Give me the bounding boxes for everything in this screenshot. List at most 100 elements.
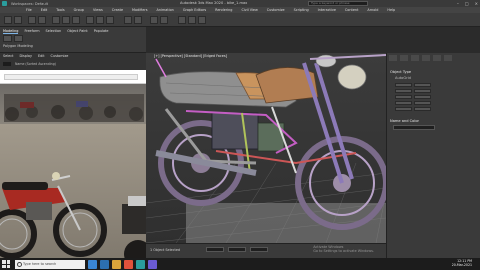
ribbon-tab-populate[interactable]: Populate: [94, 29, 109, 34]
move-icon[interactable]: [86, 16, 94, 24]
task-view-icon[interactable]: [88, 259, 97, 269]
filter-icon[interactable]: [3, 62, 11, 66]
menu-item[interactable]: Help: [387, 8, 395, 12]
menu-item[interactable]: Arnold: [367, 8, 378, 12]
ribbon-tab-selection[interactable]: Selection: [46, 29, 62, 34]
render-icon[interactable]: [198, 16, 206, 24]
browser-address-bar: [0, 70, 146, 84]
tab-display[interactable]: Display: [19, 54, 32, 58]
teapot-button[interactable]: [395, 107, 412, 111]
object-type-header[interactable]: Object Type: [390, 70, 411, 74]
menu-item[interactable]: Civil View: [241, 8, 257, 12]
scene-explorer: Select Display Edit Customize Name (Sort…: [0, 53, 146, 70]
menu-item[interactable]: Interactive: [318, 8, 336, 12]
region-select-icon[interactable]: [72, 16, 80, 24]
select-icon[interactable]: [52, 16, 60, 24]
autogrid-checkbox[interactable]: AutoGrid: [395, 76, 411, 80]
tube-button[interactable]: [414, 95, 431, 99]
title-bar: Workspaces: Default Autodesk 3ds Max 202…: [0, 0, 480, 7]
menu-item[interactable]: Group: [74, 8, 84, 12]
workspace-selector[interactable]: Workspaces: Default: [11, 2, 48, 6]
object-name-field[interactable]: [393, 125, 435, 130]
minimize-icon[interactable]: –: [457, 1, 459, 6]
hierarchy-tab-icon[interactable]: [411, 55, 419, 61]
y-coordinate-field[interactable]: [228, 247, 246, 252]
menu-item[interactable]: Graph Editors: [183, 8, 206, 12]
system-clock[interactable]: 12:11 PM 20-Mar-2021: [452, 259, 472, 267]
menu-item[interactable]: Customize: [267, 8, 285, 12]
render-setup-icon[interactable]: [188, 16, 196, 24]
menu-item[interactable]: Content: [345, 8, 359, 12]
scene-explorer-tabs: Select Display Edit Customize: [0, 53, 146, 59]
menu-item[interactable]: Edit: [41, 8, 48, 12]
search-input[interactable]: Type a keyword or phrase: [308, 1, 368, 6]
ribbon-panel-label: Polygon Modeling: [3, 44, 33, 48]
motion-tab-icon[interactable]: [422, 55, 430, 61]
edge-icon[interactable]: [100, 259, 109, 269]
tab-select[interactable]: Select: [3, 54, 13, 58]
material-editor-icon[interactable]: [178, 16, 186, 24]
mirror-icon[interactable]: [150, 16, 158, 24]
taskbar-search[interactable]: Type here to search: [15, 259, 85, 269]
window-controls: – □ ×: [457, 1, 478, 6]
rotate-icon[interactable]: [96, 16, 104, 24]
tab-edit[interactable]: Edit: [38, 54, 45, 58]
ribbon-tab-freeform[interactable]: Freeform: [24, 29, 39, 34]
activation-watermark: Activate Windows Go to Settings to activ…: [313, 245, 374, 253]
redo-icon[interactable]: [14, 16, 22, 24]
chrome-icon[interactable]: [124, 259, 133, 269]
menu-item[interactable]: Rendering: [215, 8, 232, 12]
select-by-name-icon[interactable]: [62, 16, 70, 24]
geosphere-button[interactable]: [414, 89, 431, 93]
name-color-header[interactable]: Name and Color: [390, 119, 419, 123]
menu-item[interactable]: Tools: [56, 8, 64, 12]
maximize-icon[interactable]: □: [465, 1, 469, 6]
ribbon-button[interactable]: [14, 35, 23, 42]
torus-button[interactable]: [395, 101, 412, 105]
undo-icon[interactable]: [4, 16, 12, 24]
menu-item[interactable]: Views: [93, 8, 103, 12]
motorcycle-model[interactable]: [146, 53, 386, 243]
modify-tab-icon[interactable]: [400, 55, 408, 61]
3dsmax-icon[interactable]: [136, 259, 145, 269]
sphere-button[interactable]: [395, 89, 412, 93]
link-icon[interactable]: [28, 16, 36, 24]
app-logo-icon: [2, 1, 7, 6]
file-explorer-icon[interactable]: [112, 259, 121, 269]
menu-item[interactable]: Scripting: [294, 8, 309, 12]
perspective-viewport[interactable]: [+] [Perspective] [Standard] [Edged Face…: [146, 53, 386, 243]
cone-button[interactable]: [414, 83, 431, 87]
menu-item[interactable]: File: [26, 8, 32, 12]
ribbon-tab-modeling[interactable]: Modeling: [3, 29, 19, 34]
windows-start-icon[interactable]: [2, 260, 10, 268]
tab-customize[interactable]: Customize: [51, 54, 69, 58]
menu-item[interactable]: Animation: [157, 8, 174, 12]
motorcycle-photo: [0, 84, 146, 258]
unlink-icon[interactable]: [38, 16, 46, 24]
pyramid-button[interactable]: [414, 101, 431, 105]
address-field[interactable]: [4, 74, 138, 80]
z-coordinate-field[interactable]: [250, 247, 268, 252]
close-icon[interactable]: ×: [475, 1, 478, 6]
ribbon-button[interactable]: [3, 35, 12, 42]
app-icon[interactable]: [148, 259, 157, 269]
box-button[interactable]: [395, 83, 412, 87]
utilities-tab-icon[interactable]: [444, 55, 452, 61]
menu-item[interactable]: Modifiers: [132, 8, 147, 12]
menu-item[interactable]: Create: [112, 8, 123, 12]
create-tab-icon[interactable]: [389, 55, 397, 61]
app-window: Workspaces: Default Autodesk 3ds Max 202…: [0, 0, 480, 270]
main-toolbar: [0, 13, 480, 27]
selection-status: 1 Object Selected: [150, 248, 181, 252]
x-coordinate-field[interactable]: [206, 247, 224, 252]
display-tab-icon[interactable]: [433, 55, 441, 61]
plane-button[interactable]: [414, 107, 431, 111]
scale-icon[interactable]: [106, 16, 114, 24]
snap-icon[interactable]: [124, 16, 132, 24]
align-icon[interactable]: [160, 16, 168, 24]
cylinder-button[interactable]: [395, 95, 412, 99]
status-bar: 1 Object Selected Activate Windows Go to…: [146, 243, 386, 258]
sort-label[interactable]: Name (Sorted Ascending): [15, 62, 56, 66]
ribbon-tab-object-paint[interactable]: Object Paint: [67, 29, 88, 34]
angle-snap-icon[interactable]: [134, 16, 142, 24]
